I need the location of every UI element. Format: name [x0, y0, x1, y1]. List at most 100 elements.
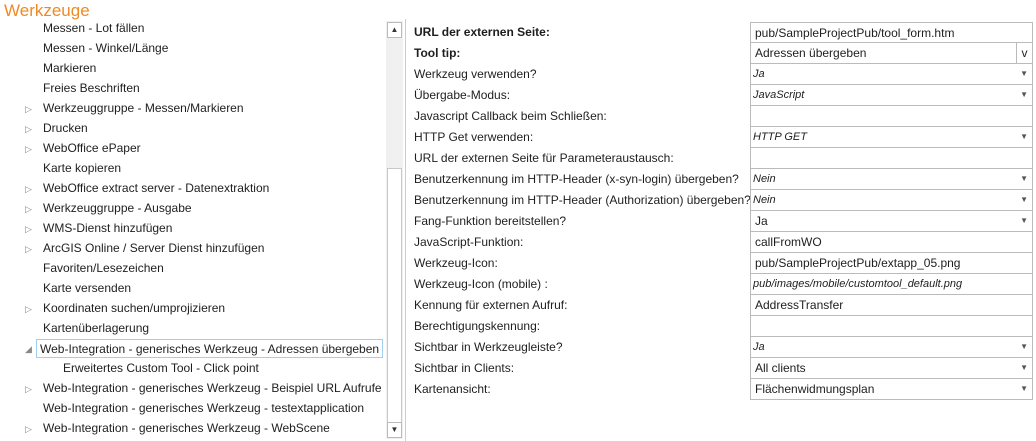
tree-item[interactable]: ▷ WebOffice extract server - Datenextrakt…: [0, 179, 386, 199]
tree-item-label: Drucken: [43, 121, 88, 135]
collapse-arrow-icon[interactable]: ◢: [25, 339, 35, 359]
dropdown-arrow-icon[interactable]: ▼: [1020, 64, 1028, 84]
tree-item-label: Erweitertes Custom Tool - Click point: [63, 361, 259, 375]
tree-item[interactable]: ▷ ArcGIS Online / Server Dienst hinzufüge…: [0, 239, 386, 259]
tool-tree[interactable]: Messen - Lot fällen Messen - Winkel/Länge…: [0, 19, 386, 439]
dropdown-arrow-icon[interactable]: ▼: [1020, 169, 1028, 189]
tree-item[interactable]: ▷ Web-Integration - generisches Werkzeug …: [0, 379, 386, 399]
property-select[interactable]: Ja ▼: [750, 64, 1033, 85]
property-row: Benutzerkennung im HTTP-Header (Authoriz…: [406, 190, 1034, 211]
property-label: Javascript Callback beim Schließen:: [414, 109, 607, 123]
property-label: Tool tip:: [414, 46, 461, 60]
property-value: Nein: [753, 173, 776, 185]
tree-item[interactable]: Kartenüberlagerung: [0, 319, 386, 339]
tree-item[interactable]: ▷ Werkzeuggruppe - Ausgabe: [0, 199, 386, 219]
tree-item[interactable]: Karte kopieren: [0, 159, 386, 179]
property-row: Werkzeug verwenden? Ja ▼: [406, 64, 1034, 85]
property-row: Tool tip: Adressen übergeben v: [406, 43, 1034, 64]
property-value: Ja: [755, 214, 768, 228]
expand-arrow-icon[interactable]: ▷: [25, 119, 35, 139]
expand-arrow-icon[interactable]: ▷: [25, 239, 35, 259]
scroll-up-button[interactable]: ▲: [387, 22, 402, 38]
scroll-down-button[interactable]: ▼: [387, 422, 402, 438]
panel-title: Werkzeuge: [4, 1, 90, 20]
expand-arrow-icon[interactable]: ▷: [25, 99, 35, 119]
property-input[interactable]: [750, 148, 1033, 169]
property-row: Übergabe-Modus: JavaScript ▼: [406, 85, 1034, 106]
property-input[interactable]: [750, 106, 1033, 127]
dropdown-arrow-icon[interactable]: ▼: [1020, 379, 1028, 399]
property-select[interactable]: Ja ▼: [750, 337, 1033, 358]
tree-item[interactable]: ▷ WebOffice ePaper: [0, 139, 386, 159]
tree-item[interactable]: Markieren: [0, 59, 386, 79]
expand-arrow-icon[interactable]: ▷: [25, 219, 35, 239]
property-select[interactable]: Nein ▼: [750, 190, 1033, 211]
property-row: Werkzeug-Icon: pub/SampleProjectPub/extap…: [406, 253, 1034, 274]
dropdown-arrow-icon[interactable]: ▼: [1020, 358, 1028, 378]
dropdown-arrow-icon[interactable]: ▼: [1020, 127, 1028, 147]
tree-item[interactable]: Karte versenden: [0, 279, 386, 299]
property-input[interactable]: pub/images/mobile/customtool_default.png: [750, 274, 1033, 295]
property-value: pub/images/mobile/customtool_default.png: [753, 278, 963, 290]
property-value: HTTP GET: [753, 131, 807, 143]
property-label: Kartenansicht:: [414, 382, 491, 396]
tree-item-label: Karte kopieren: [43, 161, 122, 175]
tree-item-label: WMS-Dienst hinzufügen: [43, 221, 173, 235]
property-select[interactable]: HTTP GET ▼: [750, 127, 1033, 148]
tree-item[interactable]: ◢ Web-Integration - generisches Werkzeug …: [0, 339, 386, 359]
tree-item[interactable]: ▷ Drucken: [0, 119, 386, 139]
tree-item[interactable]: ▷ Koordinaten suchen/umprojizieren: [0, 299, 386, 319]
tree-item-label: Favoriten/Lesezeichen: [43, 261, 164, 275]
property-row: Berechtigungskennung:: [406, 316, 1034, 337]
property-value: pub/SampleProjectPub/extapp_05.png: [755, 256, 961, 270]
dropdown-arrow-icon[interactable]: ▼: [1020, 85, 1028, 105]
property-label: Berechtigungskennung:: [414, 319, 541, 333]
expand-arrow-icon[interactable]: ▷: [25, 379, 35, 399]
tree-item[interactable]: Favoriten/Lesezeichen: [0, 259, 386, 279]
expand-arrow-icon[interactable]: ▷: [25, 179, 35, 199]
dropdown-arrow-icon[interactable]: ▼: [1020, 190, 1028, 210]
property-value: pub/SampleProjectPub/tool_form.htm: [755, 26, 955, 40]
tree-item[interactable]: ▷ WMS-Dienst hinzufügen: [0, 219, 386, 239]
property-input[interactable]: Adressen übergeben v: [750, 43, 1033, 64]
dropdown-arrow-icon[interactable]: ▼: [1020, 211, 1028, 231]
property-input[interactable]: callFromWO: [750, 232, 1033, 253]
property-select[interactable]: JavaScript ▼: [750, 85, 1033, 106]
property-select[interactable]: Ja ▼: [750, 211, 1033, 232]
expand-arrow-icon[interactable]: ▷: [25, 419, 35, 439]
tree-item[interactable]: ▷ Web-Integration - generisches Werkzeug …: [0, 419, 386, 439]
tree-item[interactable]: Web-Integration - generisches Werkzeug -…: [0, 399, 386, 419]
tree-scrollbar[interactable]: ▲ ▼: [386, 21, 403, 439]
tree-item[interactable]: ▷ Werkzeuggruppe - Messen/Markieren: [0, 99, 386, 119]
expand-arrow-icon[interactable]: ▷: [25, 199, 35, 219]
tree-item-label: Messen - Winkel/Länge: [43, 41, 169, 55]
property-label: Übergabe-Modus:: [414, 88, 511, 102]
property-input[interactable]: AddressTransfer: [750, 295, 1033, 316]
property-select[interactable]: All clients ▼: [750, 358, 1033, 379]
property-input[interactable]: pub/SampleProjectPub/extapp_05.png: [750, 253, 1033, 274]
property-input[interactable]: [750, 316, 1033, 337]
tree-item[interactable]: Freies Beschriften: [0, 79, 386, 99]
property-value: AddressTransfer: [755, 298, 844, 312]
scroll-thumb[interactable]: [387, 168, 402, 430]
tree-item[interactable]: Erweitertes Custom Tool - Click point: [0, 359, 386, 379]
property-select[interactable]: Flächenwidmungsplan ▼: [750, 379, 1033, 400]
expand-arrow-icon[interactable]: ▷: [25, 139, 35, 159]
dropdown-arrow-icon[interactable]: ▼: [1020, 337, 1028, 357]
tree-item-label: Web-Integration - generisches Werkzeug -…: [43, 401, 365, 415]
expand-arrow-icon[interactable]: ▷: [25, 299, 35, 319]
property-row: URL der externen Seite: pub/SampleProject…: [406, 22, 1034, 43]
tree-item-label: WebOffice extract server - Datenextrakti…: [43, 181, 270, 195]
property-row: Kartenansicht: Flächenwidmungsplan ▼: [406, 379, 1034, 400]
property-value: Adressen übergeben: [755, 46, 867, 60]
property-value: All clients: [755, 361, 806, 375]
tree-item[interactable]: Messen - Winkel/Länge: [0, 39, 386, 59]
property-row: Benutzerkennung im HTTP-Header (x-syn-lo…: [406, 169, 1034, 190]
tree-item-label: Koordinaten suchen/umprojizieren: [43, 301, 226, 315]
property-select[interactable]: Nein ▼: [750, 169, 1033, 190]
tree-item[interactable]: Messen - Lot fällen: [0, 19, 386, 39]
property-row: Kennung für externen Aufruf: AddressTrans…: [406, 295, 1034, 316]
property-value: Nein: [753, 194, 776, 206]
property-input[interactable]: pub/SampleProjectPub/tool_form.htm: [750, 22, 1033, 43]
edit-button[interactable]: v: [1016, 43, 1032, 63]
